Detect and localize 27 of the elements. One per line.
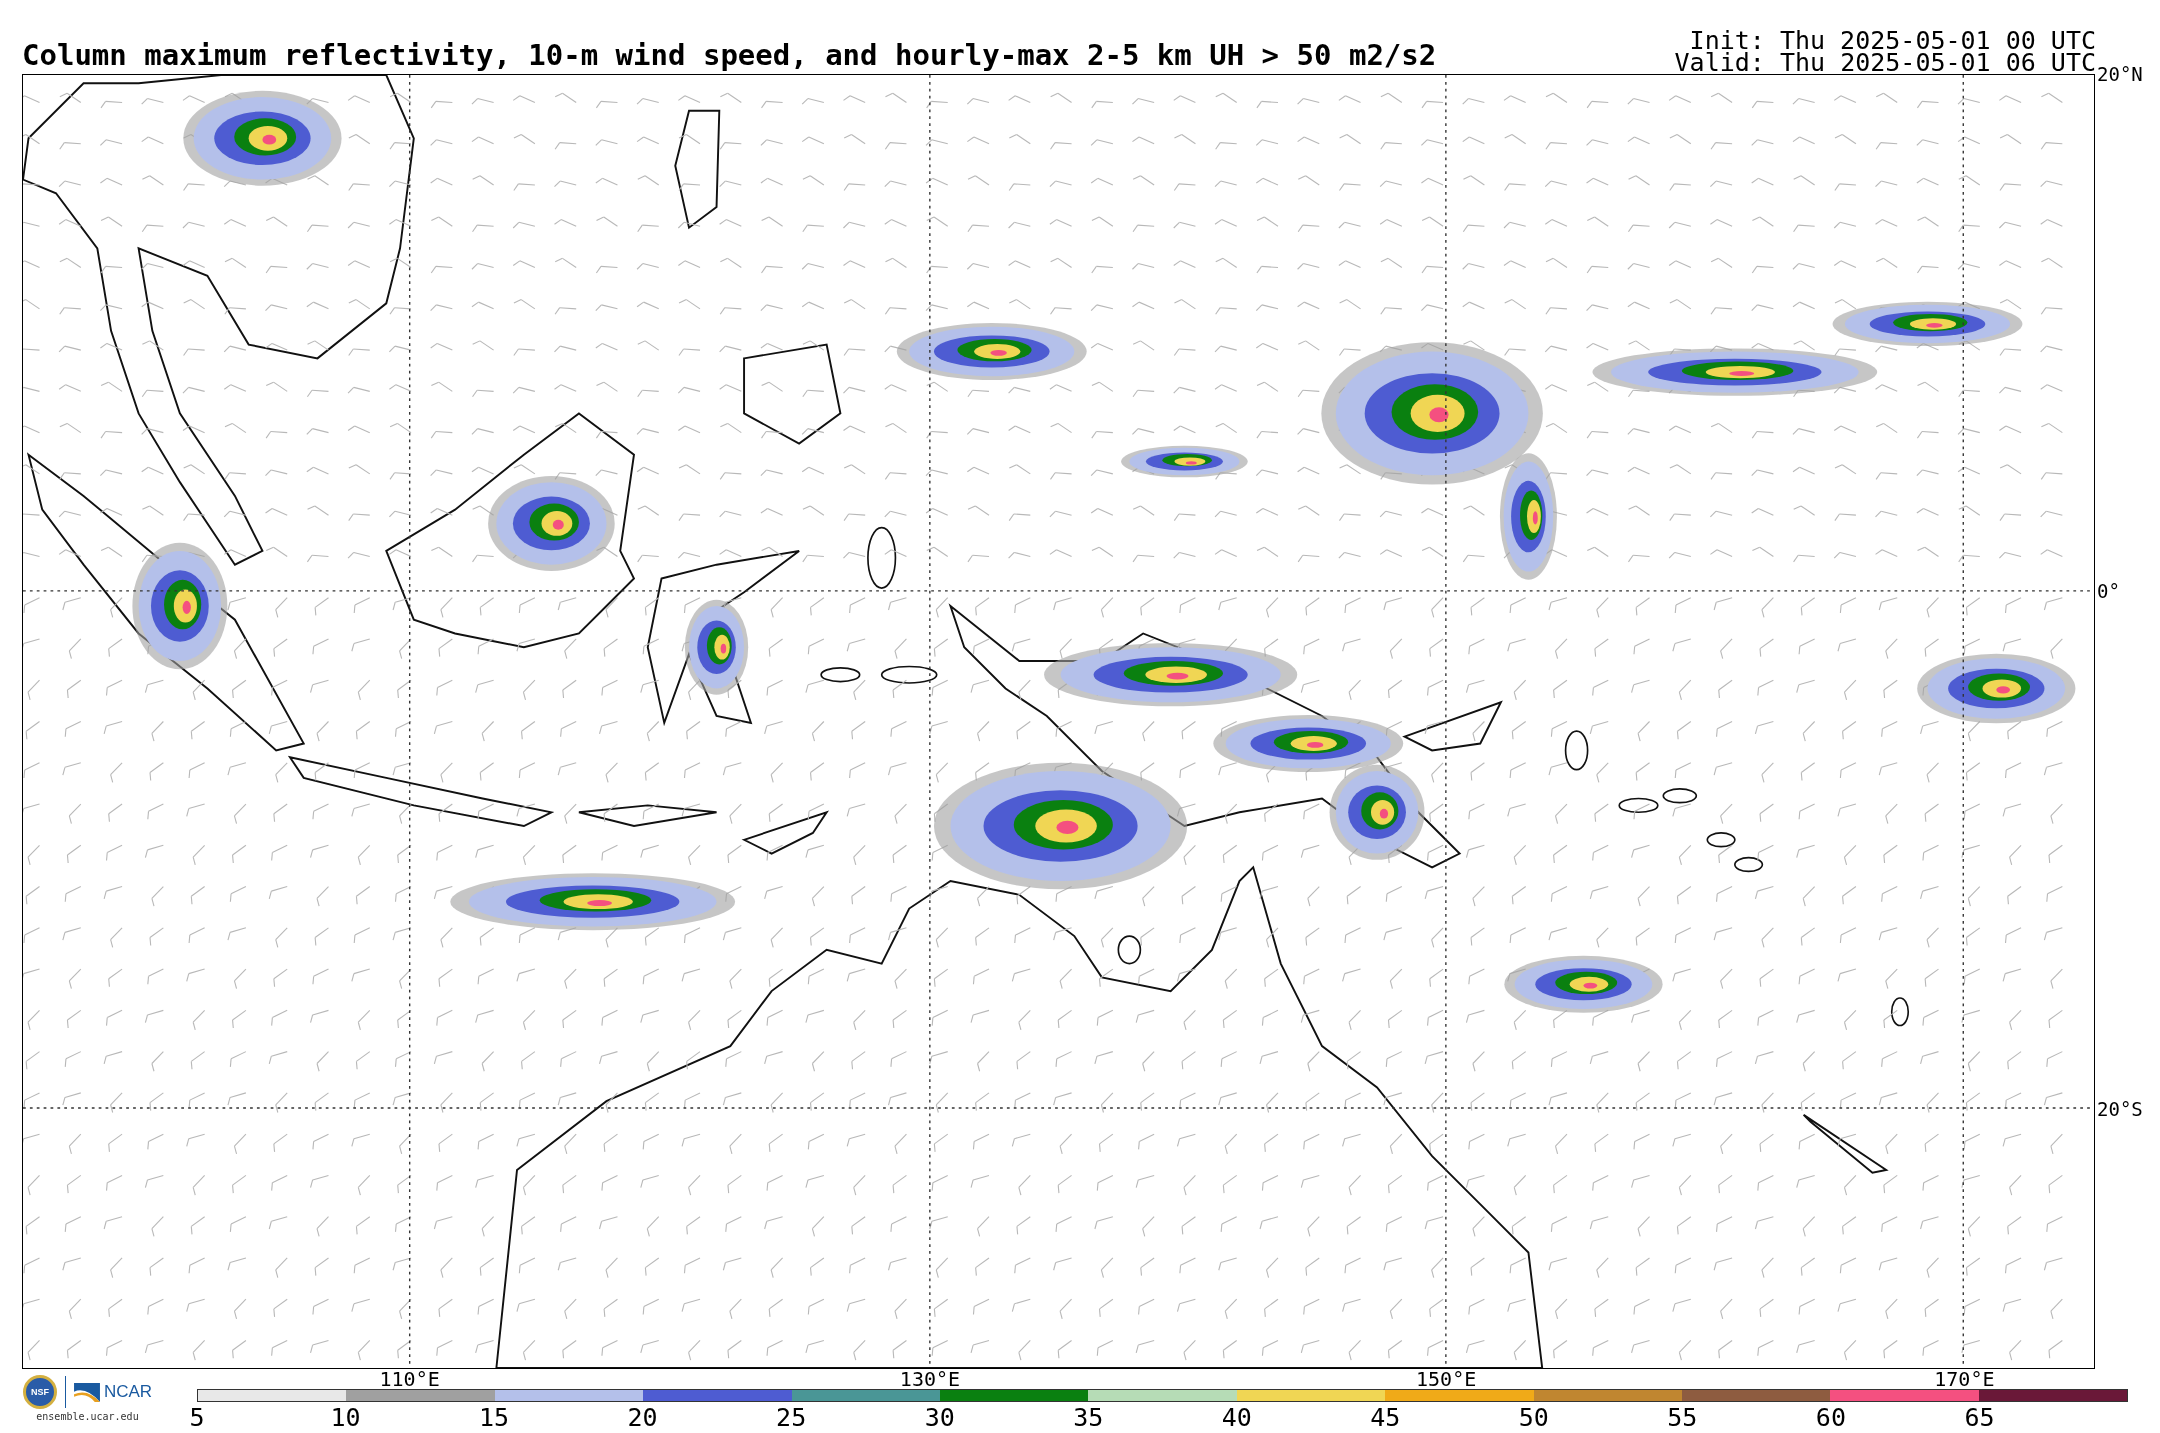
latitude-label: 20°N <box>2097 63 2143 85</box>
longitude-label: 170°E <box>1934 1369 1995 1389</box>
valid-time: Valid: Thu 2025-05-01 06 UTC <box>1674 52 2096 74</box>
colorbar-tick-label: 5 <box>189 1404 205 1432</box>
colorbar-tick-label: 25 <box>776 1404 807 1432</box>
chart-title: Column maximum reflectivity, 10-m wind speed, and hourly-max 2-5 km UH > 50 m2/s2 <box>22 38 1437 72</box>
longitude-label: 130°E <box>899 1369 961 1389</box>
colorbar-tick-label: 15 <box>479 1404 510 1432</box>
seal-logo: NSF <box>22 1375 57 1409</box>
colorbar-tick-label: 60 <box>1815 1404 1846 1432</box>
colorbar-tick-label: 40 <box>1221 1404 1252 1432</box>
colorbar-tick-label: 30 <box>924 1404 955 1432</box>
colorbar-tick-label: 35 <box>1073 1404 1104 1432</box>
colorbar-tick-label: 55 <box>1667 1404 1698 1432</box>
site-url: ensemble.ucar.edu <box>36 1411 139 1422</box>
colorbar-tick-label: 50 <box>1518 1404 1549 1432</box>
swoosh-icon <box>73 1382 100 1402</box>
colorbar-tick-label: 45 <box>1370 1404 1401 1432</box>
colorbar-tick-label: 65 <box>1964 1404 1995 1432</box>
latitude-label: 0° <box>2097 579 2120 602</box>
colorbar-tick-label: 10 <box>330 1404 361 1432</box>
ncar-logo-text: NCAR <box>103 1382 153 1402</box>
init-time: Init: Thu 2025-05-01 00 UTC <box>1689 30 2096 52</box>
longitude-label: 110°E <box>379 1369 440 1389</box>
latitude-label: 20°S <box>2097 1097 2143 1120</box>
longitude-label: 150°E <box>1416 1369 1477 1389</box>
colorbar-tick-label: 20 <box>627 1404 658 1432</box>
